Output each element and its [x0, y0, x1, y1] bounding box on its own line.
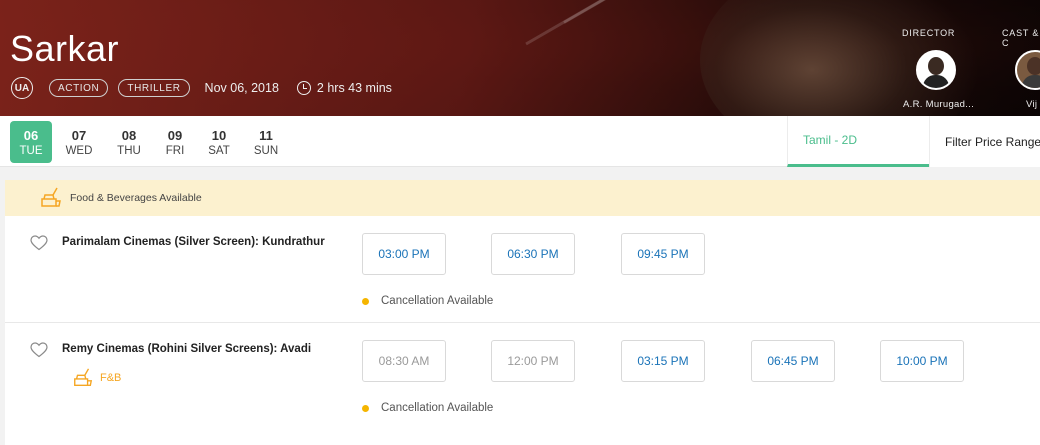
date-tab-08[interactable]: 08 THU	[108, 121, 150, 163]
cast-name[interactable]: Vij	[1026, 99, 1037, 110]
movie-meta-row: UA ACTION THRILLER Nov 06, 2018 2 hrs 43…	[11, 77, 392, 99]
date-number: 07	[71, 128, 87, 143]
date-tab-07[interactable]: 07 WED	[58, 121, 100, 163]
fnb-banner-text: Food & Beverages Available	[70, 192, 202, 204]
date-weekday: SAT	[208, 145, 230, 157]
date-weekday: WED	[65, 145, 93, 157]
showtime-button[interactable]: 10:00 PM	[880, 340, 964, 382]
date-tab-06[interactable]: 06 TUE	[10, 121, 52, 163]
movie-hero-banner: Sarkar UA ACTION THRILLER Nov 06, 2018 2…	[0, 0, 1040, 116]
date-number: 09	[167, 128, 183, 143]
cancellation-text: Cancellation Available	[381, 295, 494, 307]
showtime-button[interactable]: 03:15 PM	[621, 340, 705, 382]
cancellation-info: Cancellation Available	[362, 295, 493, 307]
date-weekday: SUN	[253, 145, 279, 157]
date-number: 11	[259, 128, 273, 143]
clock-icon	[296, 81, 311, 95]
language-format-tab[interactable]: Tamil - 2D	[787, 116, 929, 167]
date-weekday: THU	[117, 145, 141, 157]
filter-price-range-button[interactable]: Filter Price Range	[929, 116, 1040, 167]
date-tab-09[interactable]: 09 FRI	[154, 121, 196, 163]
date-tab-10[interactable]: 10 SAT	[198, 121, 240, 163]
cast-label: CAST & C	[1002, 28, 1040, 48]
movie-title: Sarkar	[10, 28, 120, 69]
showtime-button: 12:00 PM	[491, 340, 575, 382]
favorite-heart-icon[interactable]	[30, 342, 48, 358]
cancellation-info: Cancellation Available	[362, 402, 493, 414]
showtime-button[interactable]: 06:30 PM	[491, 233, 575, 275]
favorite-heart-icon[interactable]	[30, 235, 48, 251]
cinema-card: Parimalam Cinemas (Silver Screen): Kundr…	[5, 216, 1040, 322]
status-dot	[362, 297, 369, 305]
release-date: Nov 06, 2018	[204, 81, 279, 95]
cinema-name[interactable]: Remy Cinemas (Rohini Silver Screens): Av…	[62, 343, 311, 355]
director-label: DIRECTOR	[902, 28, 956, 38]
food-icon	[74, 368, 93, 387]
food-icon	[39, 186, 63, 210]
fnb-badge: F&B	[72, 367, 121, 389]
showtime-button[interactable]: 03:00 PM	[362, 233, 446, 275]
certificate-badge: UA	[11, 77, 33, 99]
cancellation-text: Cancellation Available	[381, 402, 494, 414]
date-number: 10	[211, 128, 227, 143]
fnb-badge-text: F&B	[100, 372, 122, 384]
date-weekday: FRI	[165, 145, 185, 157]
genre-tag: ACTION	[49, 79, 109, 97]
showtime-button[interactable]: 09:45 PM	[621, 233, 705, 275]
date-number: 08	[121, 128, 137, 143]
genre-tag: THRILLER	[118, 79, 190, 97]
showtime-button: 08:30 AM	[362, 340, 446, 382]
director-name[interactable]: A.R. Murugad...	[903, 99, 974, 110]
cinema-name[interactable]: Parimalam Cinemas (Silver Screen): Kundr…	[62, 236, 325, 248]
date-tab-11[interactable]: 11 SUN	[245, 121, 287, 163]
date-number: 06	[23, 128, 39, 143]
movie-duration: 2 hrs 43 mins	[316, 81, 392, 95]
director-avatar[interactable]	[916, 50, 956, 90]
status-dot	[362, 404, 369, 412]
fnb-banner: Food & Beverages Available	[5, 180, 1040, 216]
date-weekday: TUE	[19, 145, 43, 157]
cinema-card: Remy Cinemas (Rohini Silver Screens): Av…	[5, 323, 1040, 445]
showtime-button[interactable]: 06:45 PM	[751, 340, 835, 382]
